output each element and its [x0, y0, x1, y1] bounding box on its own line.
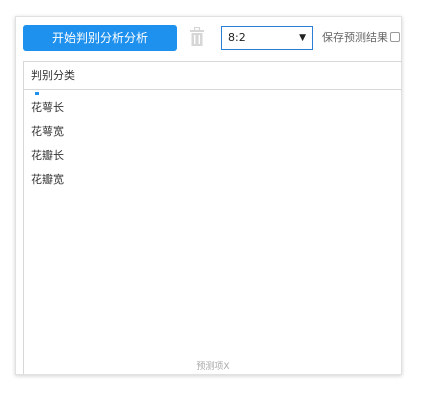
list-item[interactable]: 花萼长 [31, 99, 64, 115]
analysis-panel: 开始判别分析分析 8:2 ▼ 保存预测结果 判别分类 花萼长 花萼宽 花瓣长 花… [15, 16, 402, 375]
split-select-value: 8:2 [228, 31, 246, 44]
train-test-split-select[interactable]: 8:2 ▼ [221, 26, 313, 50]
predictor-list[interactable]: 花萼长 花萼宽 花瓣长 花瓣宽 预测项X [23, 90, 402, 374]
list-item[interactable]: 花瓣宽 [31, 171, 64, 187]
caret-down-icon: ▼ [299, 33, 306, 43]
classification-field-box[interactable]: 判别分类 [23, 61, 402, 90]
drop-indicator [35, 92, 39, 95]
save-prediction-label: 保存预测结果 [322, 31, 388, 44]
trash-icon[interactable] [189, 26, 205, 47]
save-prediction-checkbox[interactable] [390, 32, 400, 42]
list-item[interactable]: 花萼宽 [31, 123, 64, 139]
list-item[interactable]: 花瓣长 [31, 147, 64, 163]
run-analysis-button[interactable]: 开始判别分析分析 [23, 25, 177, 51]
save-prediction-toggle[interactable]: 保存预测结果 [322, 29, 400, 47]
classification-field-label: 判别分类 [31, 69, 75, 82]
predictor-zone-label: 预测项X [196, 362, 230, 372]
toolbar: 开始判别分析分析 8:2 ▼ 保存预测结果 [16, 17, 401, 59]
